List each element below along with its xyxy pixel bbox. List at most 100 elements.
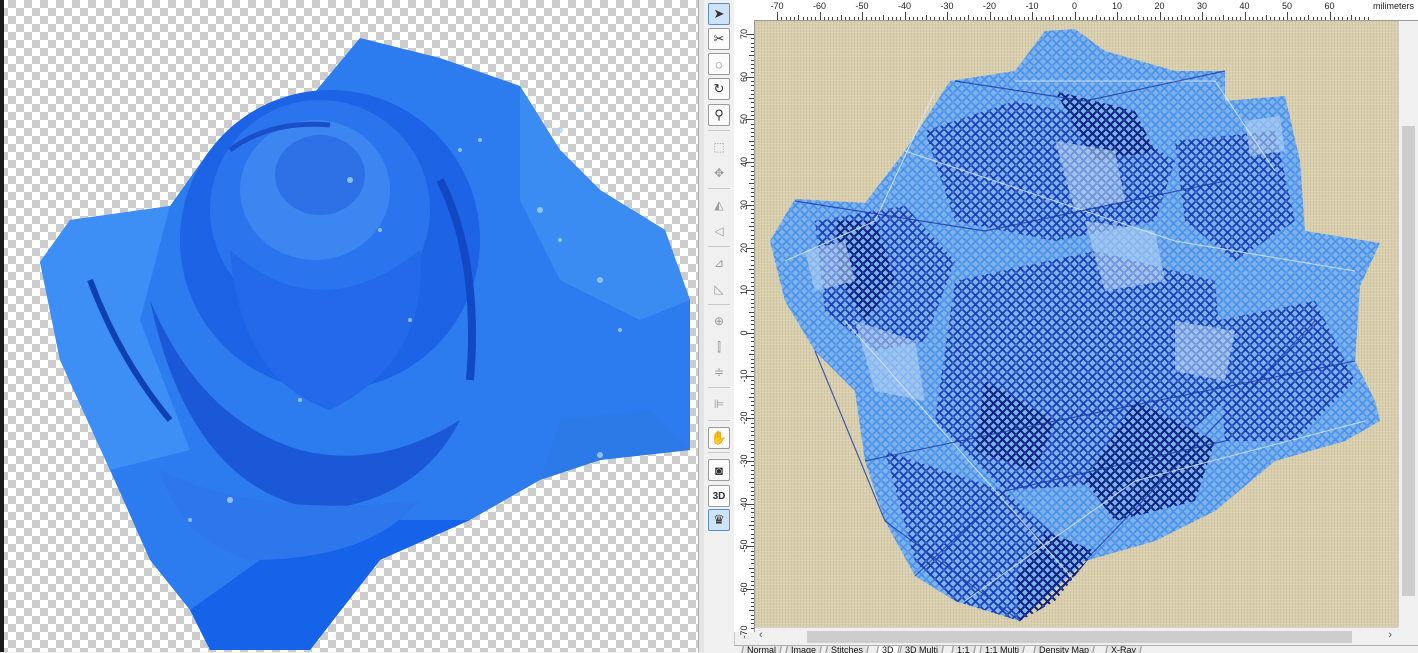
ruler-tick xyxy=(1066,17,1067,20)
ruler-tick xyxy=(1295,17,1297,20)
ruler-tick xyxy=(1338,17,1339,20)
ruler-tick xyxy=(751,512,754,514)
ruler-tick xyxy=(751,200,754,202)
ruler-tick xyxy=(1206,17,1208,20)
stitch-design-canvas[interactable] xyxy=(755,21,1398,627)
ruler-tick xyxy=(751,495,754,497)
ruler-tick xyxy=(1350,15,1352,20)
ruler-tick xyxy=(751,63,754,65)
fabric-view-icon[interactable]: ♛ xyxy=(708,509,730,531)
ruler-tick xyxy=(751,166,754,168)
ruler-tick xyxy=(917,17,919,20)
ruler-tick xyxy=(1100,17,1101,20)
ruler-tick xyxy=(751,132,754,134)
ruler-top-label: 0 xyxy=(1071,1,1078,11)
ruler-tick xyxy=(751,507,754,509)
ruler-tick xyxy=(1236,17,1237,20)
ruler-tick xyxy=(751,349,754,351)
ruler-tick xyxy=(751,584,754,586)
ruler-tick xyxy=(968,15,970,20)
move-icon[interactable]: ✥ xyxy=(708,162,730,184)
source-image-canvas[interactable] xyxy=(0,0,699,652)
ruler-tick xyxy=(746,375,754,377)
ruler-top-label: -60 xyxy=(812,1,827,11)
ruler-tick xyxy=(798,15,800,20)
center-icon[interactable]: ⊕ xyxy=(708,310,730,332)
ruler-tick xyxy=(751,367,754,369)
hand-stitch-icon[interactable]: ✋ xyxy=(708,427,730,449)
ruler-tick xyxy=(1261,17,1263,20)
mirror-vertical-icon[interactable]: ◭ xyxy=(708,194,730,216)
ruler-tick xyxy=(749,226,754,228)
ruler-tick xyxy=(794,17,795,20)
ruler-tick xyxy=(751,371,754,373)
ruler-tick xyxy=(1159,12,1161,20)
ruler-tick xyxy=(891,17,893,20)
ruler-tick xyxy=(751,85,754,87)
ruler-tick xyxy=(985,17,987,20)
ruler-tick xyxy=(751,486,754,488)
ruler-tick xyxy=(749,567,754,569)
ruler-tick xyxy=(913,17,914,20)
ruler-top-label: -50 xyxy=(855,1,869,11)
ruler-tick xyxy=(751,379,754,381)
ruler-tick xyxy=(866,17,868,20)
ruler-tick xyxy=(751,145,754,147)
ruler-tick xyxy=(1070,17,1072,20)
ruler-tick xyxy=(857,17,859,20)
ruler-tick xyxy=(879,17,880,20)
flip-right-icon[interactable]: ◺ xyxy=(708,278,730,300)
ruler-tick xyxy=(942,17,944,20)
ruler-tick xyxy=(789,17,791,20)
ruler-tick xyxy=(749,183,754,185)
scroll-right-arrow-icon[interactable]: › xyxy=(1388,629,1392,641)
ruler-tick xyxy=(964,17,965,20)
ruler-tick xyxy=(749,610,754,612)
ruler-tick xyxy=(751,542,754,544)
ruler-tick xyxy=(751,448,754,450)
page-view-icon[interactable]: ◙ xyxy=(708,459,730,481)
ruler-tick xyxy=(955,17,957,20)
ruler-tick xyxy=(751,465,754,467)
center-horizontal-icon[interactable]: ⫿ xyxy=(708,336,730,358)
ruler-tick xyxy=(1291,17,1293,20)
ruler-tick xyxy=(749,140,754,142)
ruler-tick xyxy=(751,179,754,181)
toolbar-separator xyxy=(708,420,730,421)
ruler-tick xyxy=(751,72,754,74)
select-arrow-icon[interactable]: ➤ xyxy=(708,3,730,25)
lasso-select-icon[interactable]: ✂ xyxy=(708,28,730,50)
rotate-icon[interactable]: ↻ xyxy=(708,78,730,100)
zoom-icon[interactable]: ⚲ xyxy=(708,104,730,126)
flip-left-icon[interactable]: ⊿ xyxy=(708,252,730,274)
ruler-tick xyxy=(751,136,754,138)
ruler-tick xyxy=(751,576,754,578)
ruler-tick xyxy=(934,17,936,20)
freehand-select-icon[interactable]: ◌ xyxy=(708,53,730,75)
ruler-tick xyxy=(751,238,754,240)
vertical-scroll-thumb[interactable] xyxy=(1402,126,1415,596)
ruler-tick xyxy=(925,15,927,20)
center-vertical-icon[interactable]: ≑ xyxy=(708,361,730,383)
ruler-tick xyxy=(751,452,754,454)
ruler-tick xyxy=(751,478,754,480)
horizontal-scrollbar[interactable]: ‹ › xyxy=(755,627,1398,646)
vertical-scrollbar[interactable] xyxy=(1398,21,1418,627)
resize-icon[interactable]: ⬚ xyxy=(708,136,730,158)
scroll-left-arrow-icon[interactable]: ‹ xyxy=(759,629,763,641)
ruler-tick xyxy=(751,281,754,283)
ruler-tick xyxy=(849,17,851,20)
ruler-tick xyxy=(751,554,754,556)
horizontal-scroll-thumb[interactable] xyxy=(807,631,1352,643)
ruler-tick xyxy=(1134,17,1135,20)
align-icon[interactable]: ⊫ xyxy=(708,393,730,415)
ruler-tick xyxy=(1197,17,1199,20)
3d-view-icon[interactable]: 3D xyxy=(708,485,730,507)
ruler-tick xyxy=(751,405,754,407)
ruler-tick xyxy=(751,469,754,471)
ruler-tick xyxy=(1270,17,1271,20)
ruler-tick xyxy=(751,572,754,574)
ruler-tick xyxy=(751,170,754,172)
ruler-tick xyxy=(751,46,754,48)
mirror-horizontal-icon[interactable]: ◁ xyxy=(708,220,730,242)
